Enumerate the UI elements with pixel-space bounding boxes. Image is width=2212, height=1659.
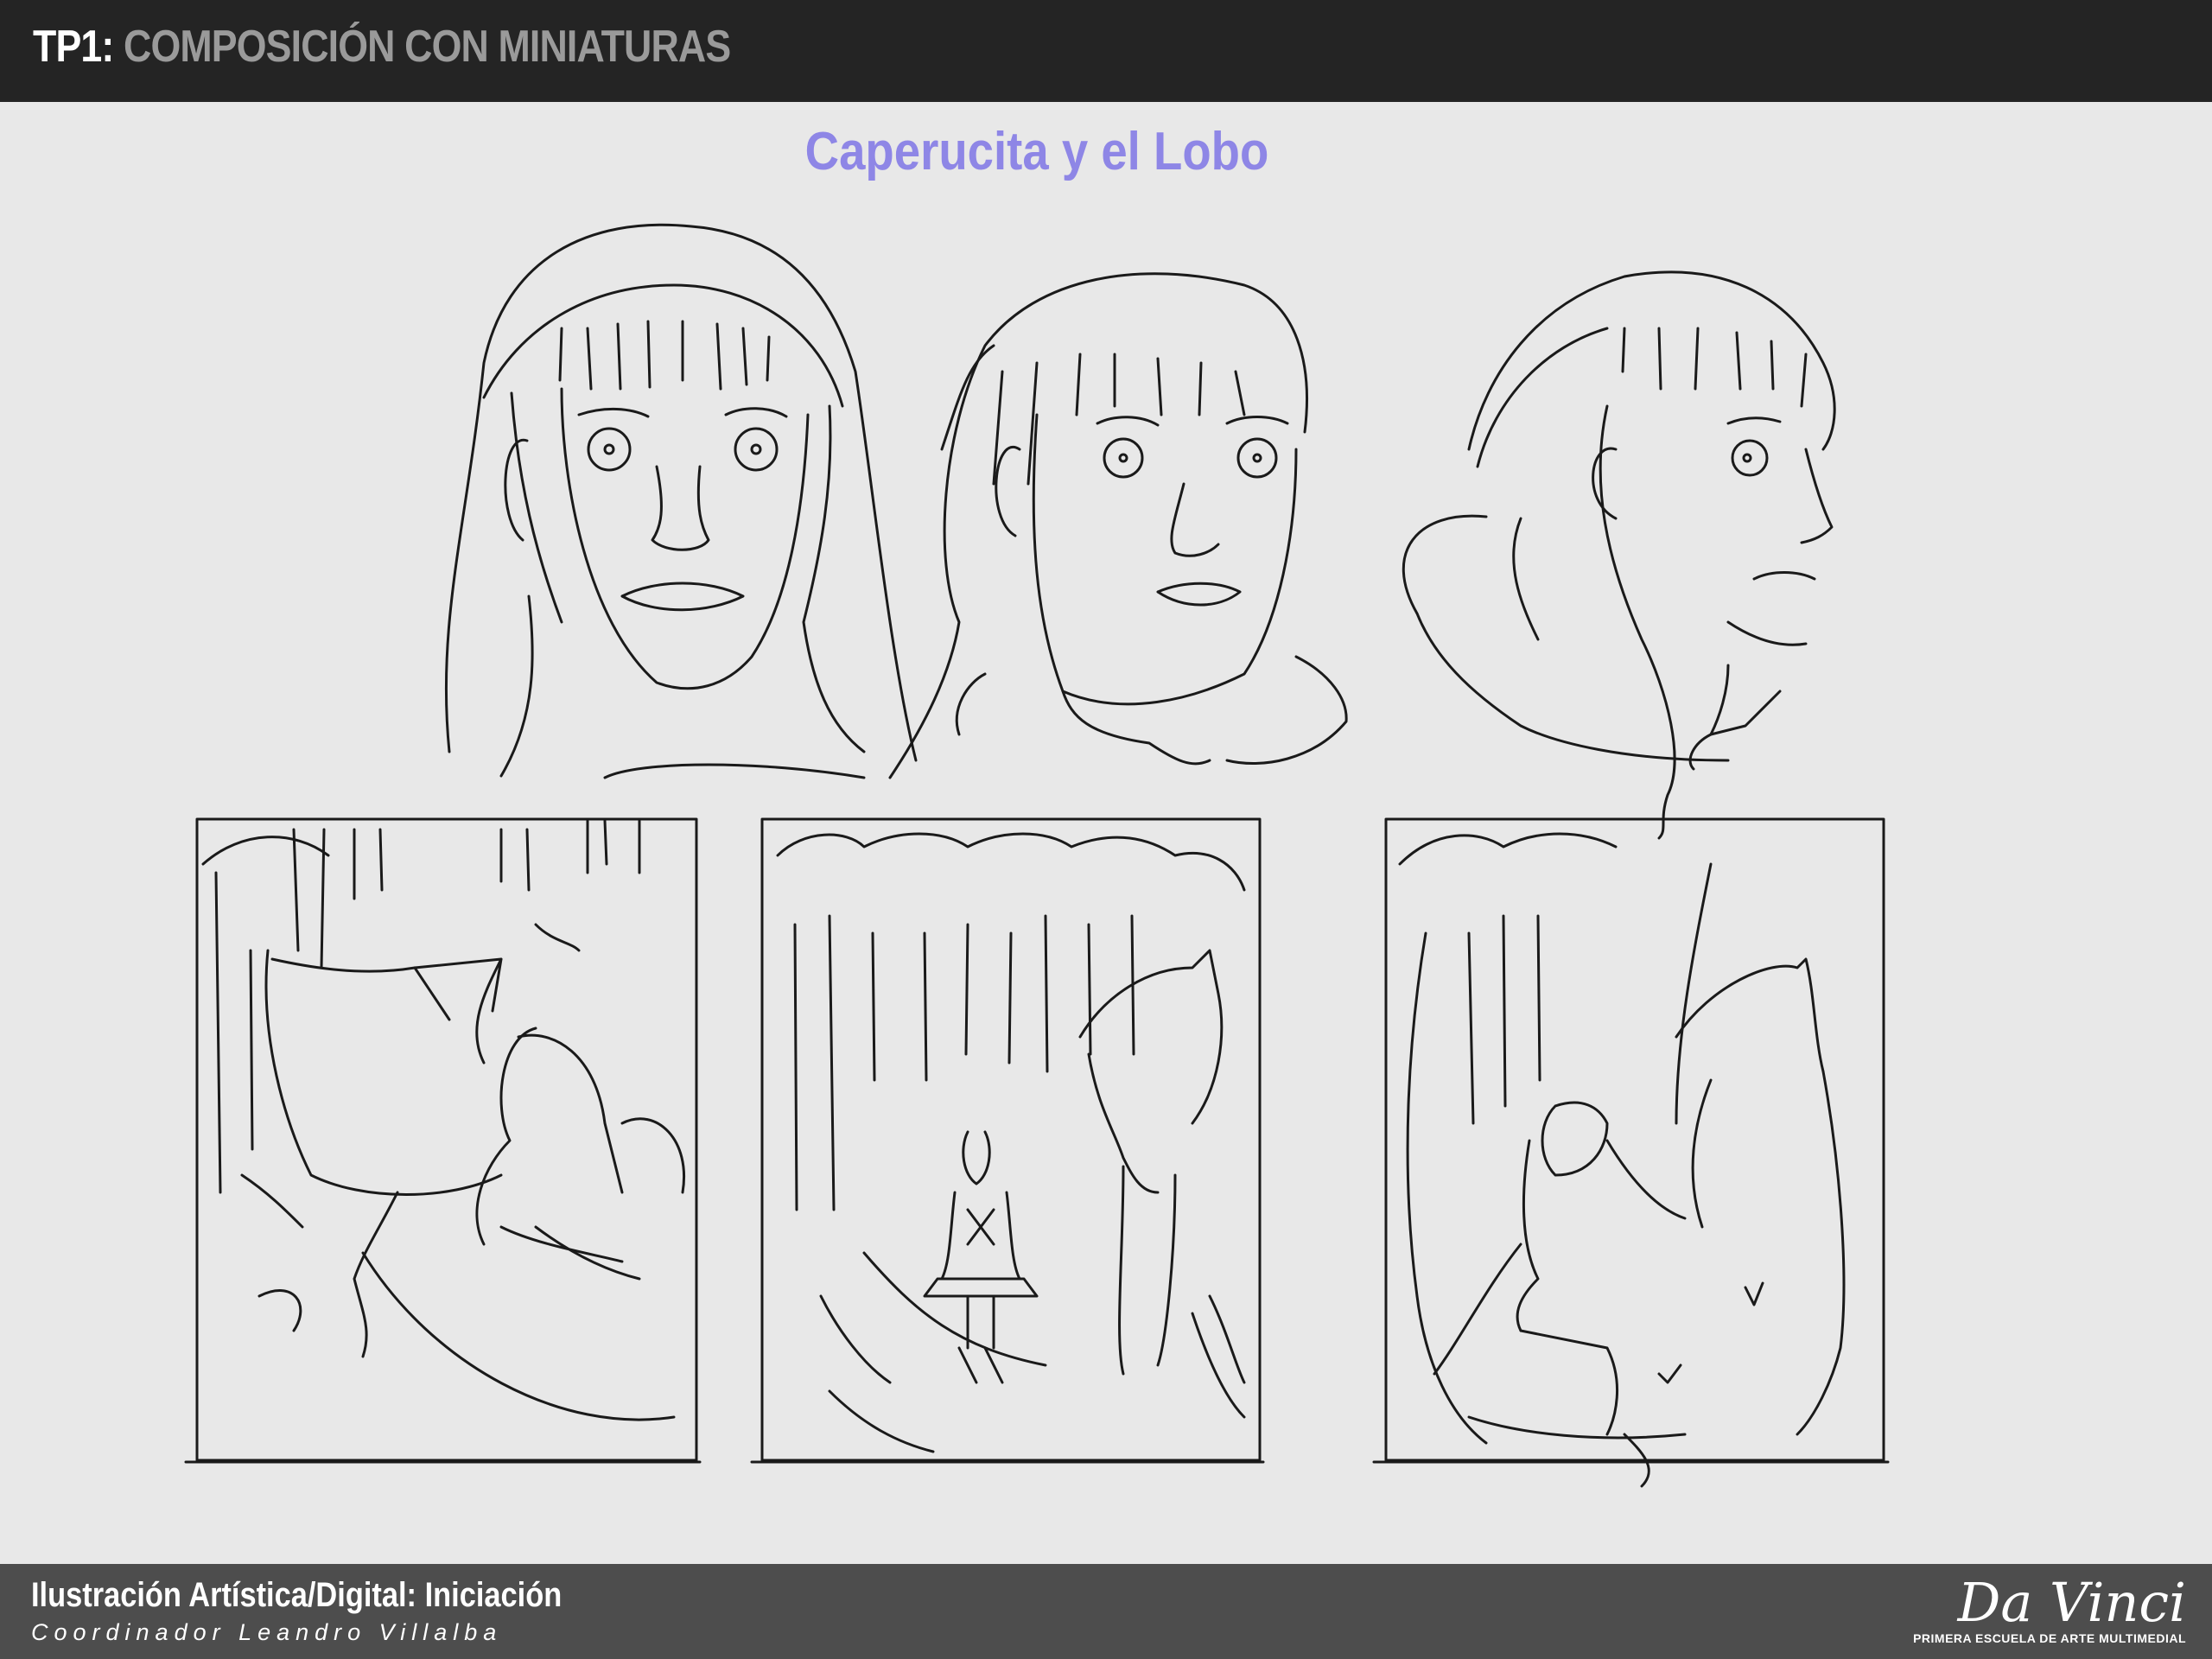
davinci-logo: Da Vinci PRIMERA ESCUELA DE ARTE MULTIME… — [1913, 1571, 2186, 1654]
face-sketch-front-hooded — [444, 223, 918, 779]
logo-wordmark: Da Vinci — [1957, 1571, 2186, 1634]
footer-bar: Ilustración Artística/Digital: Iniciació… — [0, 1564, 2212, 1659]
face-sketch-three-quarter — [888, 272, 1348, 779]
face-sketch-profile — [1402, 270, 1836, 840]
thumbnail-panel-3 — [1372, 817, 1890, 1488]
sketch-artwork — [184, 223, 1890, 1488]
thumbnail-panel-2 — [750, 817, 1265, 1464]
logo-tagline: PRIMERA ESCUELA DE ARTE MULTIMEDIAL — [1913, 1631, 2186, 1645]
thumbnail-panel-1 — [184, 817, 702, 1464]
coordinator-name: Coordinador Leandro Villalba — [31, 1619, 503, 1645]
course-name: Ilustración Artística/Digital: Iniciació… — [31, 1576, 563, 1614]
